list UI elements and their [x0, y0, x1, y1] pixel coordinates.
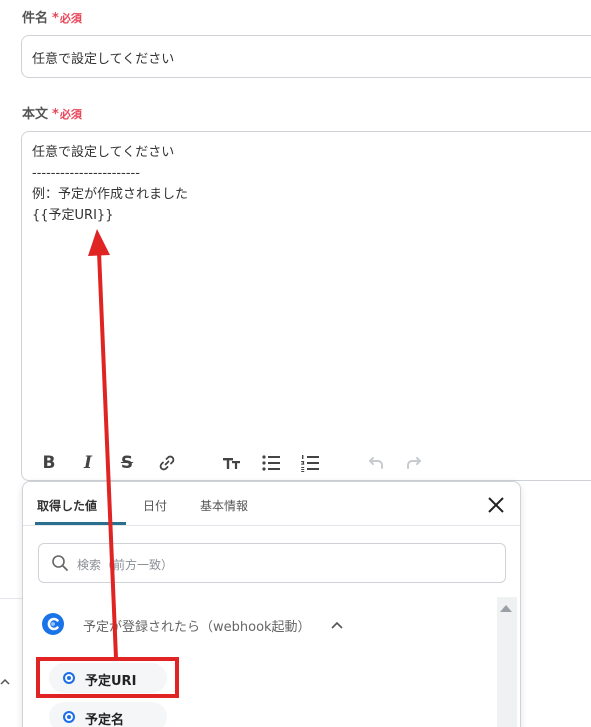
- chevron-up-icon[interactable]: [0, 672, 10, 685]
- bold-icon[interactable]: B: [38, 452, 60, 474]
- link-icon[interactable]: [156, 452, 178, 474]
- tab-basic-info[interactable]: 基本情報: [200, 497, 248, 514]
- chevron-up-icon[interactable]: [331, 620, 343, 630]
- bullet-list-icon[interactable]: [260, 452, 282, 474]
- subject-label-text: 件名: [22, 11, 49, 26]
- annotation-highlight-box: [36, 657, 179, 698]
- trigger-label: 予定が登録されたら（webhook起動）: [83, 620, 311, 635]
- search-icon: [52, 555, 68, 571]
- search-placeholder: 検索（前方一致）: [77, 558, 174, 572]
- italic-icon[interactable]: I: [77, 452, 99, 474]
- editor-toolbar: B I S: [22, 448, 591, 478]
- body-label: 本文 *必須: [22, 103, 82, 122]
- trigger-group-header[interactable]: 予定が登録されたら（webhook起動）: [41, 612, 501, 638]
- list-item-label: 予定名: [85, 713, 125, 727]
- body-label-text: 本文: [22, 107, 49, 122]
- required-star: *: [52, 107, 59, 122]
- subject-value: 任意で設定してください: [32, 52, 175, 67]
- required-text: 必須: [59, 108, 82, 121]
- subject-input[interactable]: 任意で設定してください: [21, 35, 591, 78]
- search-input[interactable]: 検索（前方一致）: [38, 543, 506, 583]
- tab-date[interactable]: 日付: [143, 497, 167, 514]
- calendly-logo-icon: [42, 613, 64, 635]
- active-tab-indicator: [35, 522, 126, 525]
- body-editor[interactable]: 任意で設定してください ----------------------- 例：予定…: [21, 131, 591, 481]
- scroll-up-arrow-icon[interactable]: [498, 602, 514, 614]
- redo-icon[interactable]: [403, 452, 425, 474]
- font-size-icon[interactable]: [221, 452, 243, 474]
- section-divider: [0, 598, 22, 599]
- strikethrough-icon[interactable]: S: [116, 452, 138, 474]
- close-icon[interactable]: [485, 494, 507, 516]
- numbered-list-icon[interactable]: [299, 452, 321, 474]
- scrollbar[interactable]: [497, 597, 517, 727]
- popup-tabs: 取得した値 日付 基本情報: [23, 482, 520, 526]
- required-text: 必須: [59, 12, 82, 25]
- subject-label: 件名 *必須: [22, 7, 82, 26]
- tab-acquired-values[interactable]: 取得した値: [37, 497, 97, 514]
- body-textarea[interactable]: 任意で設定してください ----------------------- 例：予定…: [32, 142, 188, 226]
- radio-icon: [63, 711, 75, 723]
- undo-icon[interactable]: [365, 452, 387, 474]
- required-star: *: [52, 11, 59, 26]
- list-item-yotei-name[interactable]: 予定名: [49, 702, 167, 727]
